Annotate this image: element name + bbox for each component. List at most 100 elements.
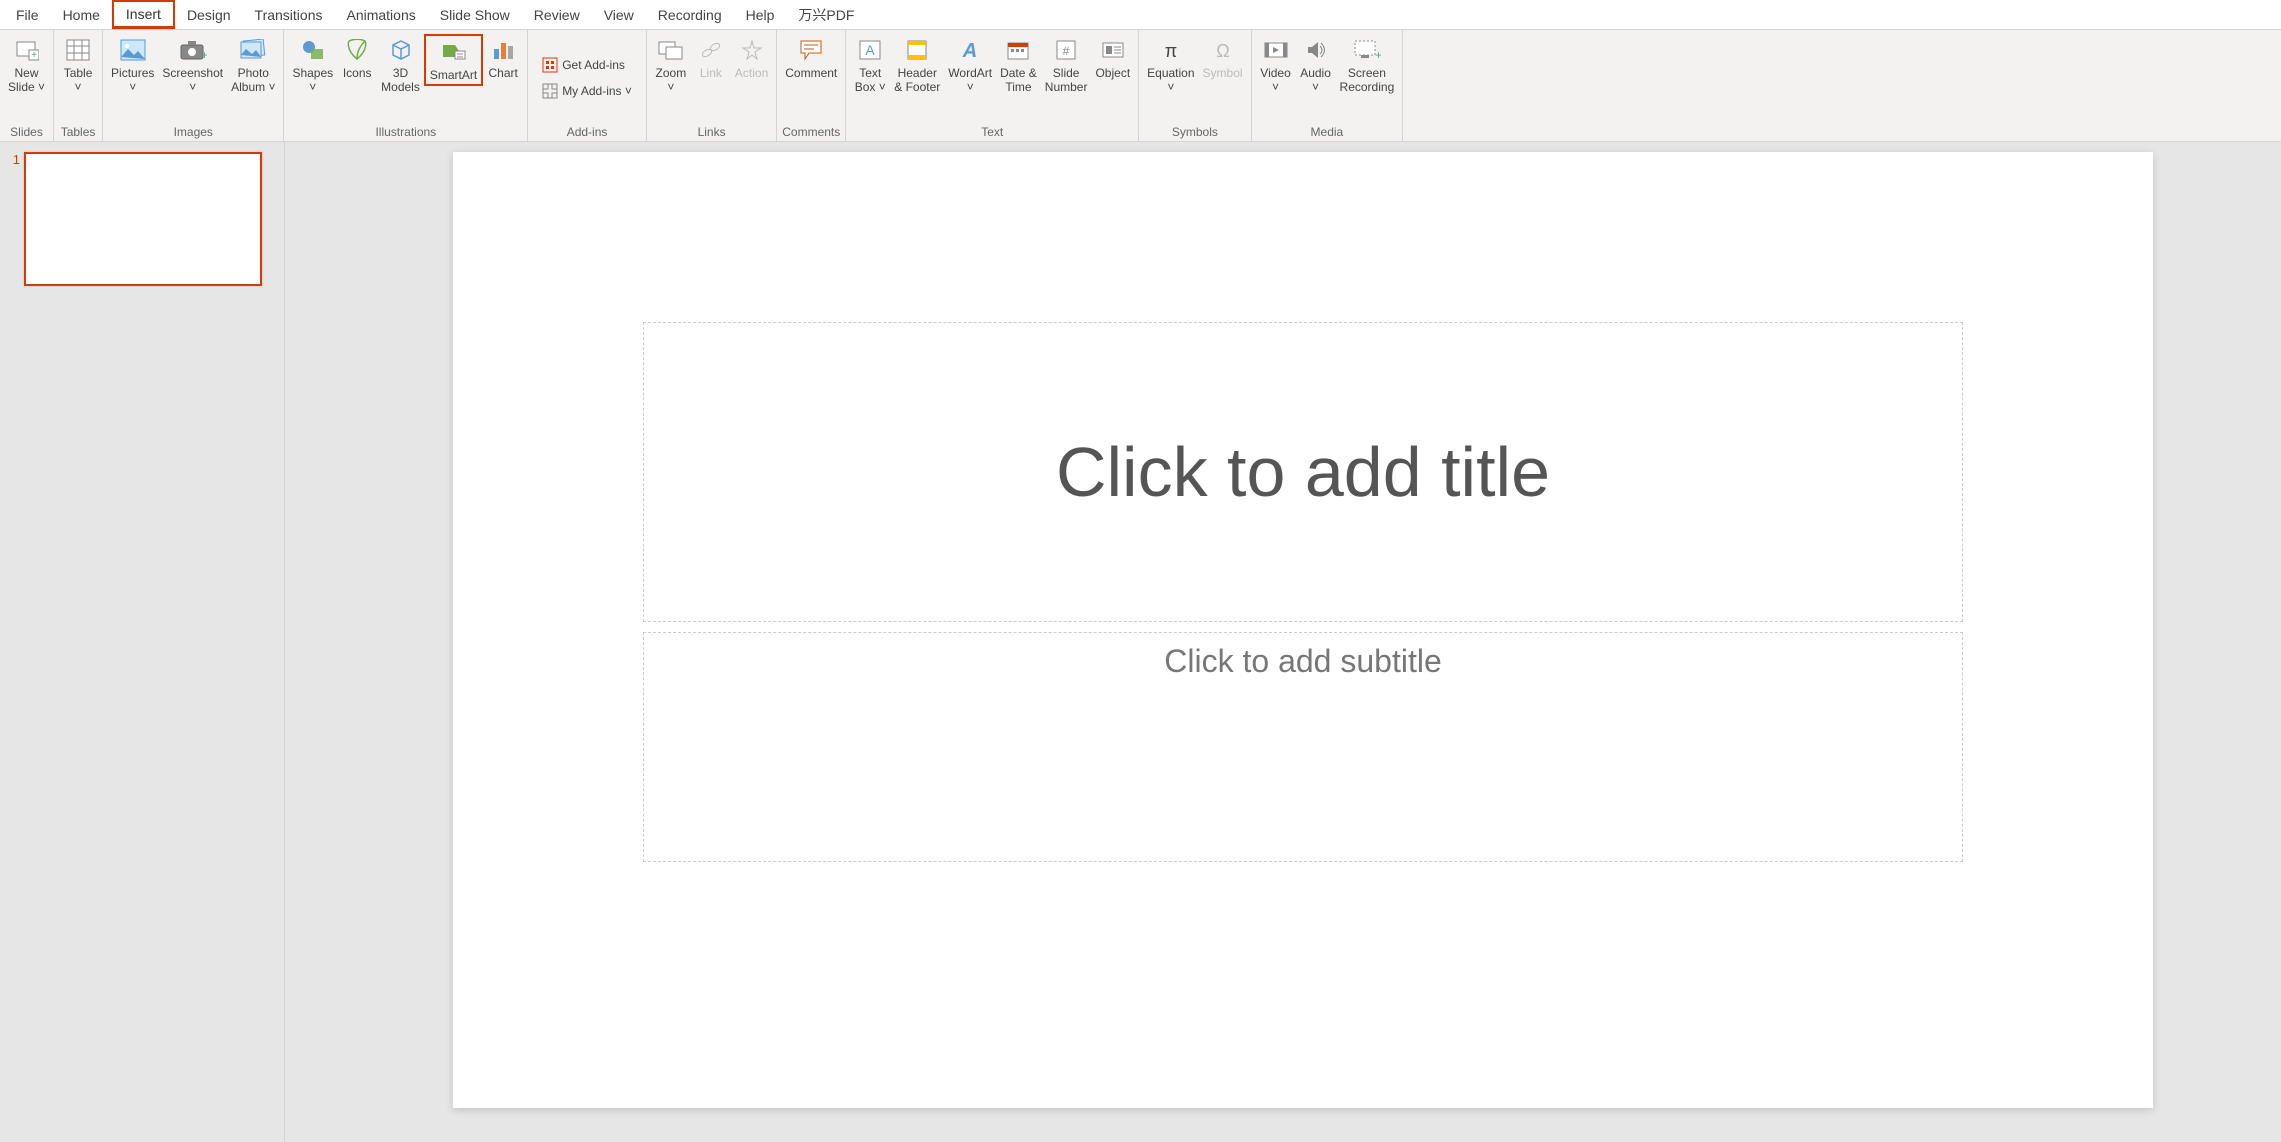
tab-recording[interactable]: Recording — [646, 3, 734, 27]
group-illustrations: Shapes ˅ Icons 3D Models SmartArt — [284, 30, 528, 141]
link-button[interactable]: Link — [691, 34, 731, 82]
group-text-label: Text — [846, 123, 1138, 141]
zoom-label: Zoom ˅ — [656, 66, 687, 94]
textbox-button[interactable]: A Text Box ˅ — [850, 34, 890, 96]
my-addins-label: My Add-ins ˅ — [562, 84, 632, 98]
slide-thumb-number: 1 — [6, 152, 24, 286]
table-button[interactable]: Table ˅ — [58, 34, 98, 96]
textbox-icon: A — [858, 36, 882, 64]
table-label: Table ˅ — [64, 66, 93, 94]
group-links-label: Links — [647, 123, 776, 141]
shapes-icon — [301, 36, 325, 64]
datetime-label: Date & Time — [1000, 66, 1037, 94]
3d-models-button[interactable]: 3D Models — [377, 34, 424, 96]
tab-wanxing[interactable]: 万兴PDF — [786, 1, 866, 29]
tab-file[interactable]: File — [4, 3, 51, 27]
icons-label: Icons — [343, 66, 372, 80]
icons-button[interactable]: Icons — [337, 34, 377, 82]
wordart-label: WordArt ˅ — [948, 66, 992, 94]
tab-help[interactable]: Help — [734, 3, 787, 27]
smartart-button[interactable]: SmartArt — [424, 34, 483, 86]
chart-icon — [491, 36, 515, 64]
screenshot-button[interactable]: + Screenshot ˅ — [158, 34, 227, 96]
smartart-label: SmartArt — [430, 68, 477, 82]
svg-text:+: + — [201, 48, 207, 61]
video-button[interactable]: Video ˅ — [1256, 34, 1296, 96]
tab-slideshow[interactable]: Slide Show — [428, 3, 522, 27]
group-comments-label: Comments — [777, 123, 845, 141]
3d-models-label: 3D Models — [381, 66, 420, 94]
datetime-button[interactable]: Date & Time — [996, 34, 1041, 96]
equation-button[interactable]: π Equation ˅ — [1143, 34, 1198, 96]
svg-text:#: # — [1063, 44, 1070, 58]
title-placeholder-text: Click to add title — [1056, 432, 1550, 512]
title-placeholder[interactable]: Click to add title — [643, 322, 1963, 622]
content-area: 1 Click to add title Click to add subtit… — [0, 142, 2281, 1142]
audio-button[interactable]: Audio ˅ — [1296, 34, 1336, 96]
table-icon — [66, 36, 90, 64]
shapes-button[interactable]: Shapes ˅ — [288, 34, 337, 96]
tab-home[interactable]: Home — [51, 3, 112, 27]
object-label: Object — [1095, 66, 1130, 80]
tab-view[interactable]: View — [592, 3, 646, 27]
slide-canvas[interactable]: Click to add title Click to add subtitle — [453, 152, 2153, 1108]
tab-insert[interactable]: Insert — [112, 0, 175, 29]
subtitle-placeholder[interactable]: Click to add subtitle — [643, 632, 1963, 862]
tab-design[interactable]: Design — [175, 3, 243, 27]
slide-editor: Click to add title Click to add subtitle — [285, 142, 2281, 1142]
group-tables: Table ˅ Tables — [54, 30, 103, 141]
pictures-label: Pictures ˅ — [111, 66, 154, 94]
screen-recording-icon: + — [1353, 36, 1381, 64]
group-media: Video ˅ Audio ˅ + Screen Recording Media — [1252, 30, 1404, 141]
comment-icon — [799, 36, 823, 64]
tab-review[interactable]: Review — [522, 3, 592, 27]
textbox-label: Text Box ˅ — [855, 66, 886, 94]
photo-album-button[interactable]: Photo Album ˅ — [227, 34, 279, 96]
my-addins-button[interactable]: My Add-ins ˅ — [536, 81, 638, 101]
audio-icon — [1304, 36, 1328, 64]
screen-recording-label: Screen Recording — [1340, 66, 1395, 94]
group-media-label: Media — [1252, 123, 1403, 141]
comment-button[interactable]: Comment — [781, 34, 841, 82]
action-icon — [740, 36, 764, 64]
object-icon — [1101, 36, 1125, 64]
equation-label: Equation ˅ — [1147, 66, 1194, 94]
get-addins-button[interactable]: Get Add-ins — [536, 55, 631, 75]
action-label: Action — [735, 66, 768, 80]
group-images: Pictures ˅ + Screenshot ˅ Photo Album ˅ … — [103, 30, 284, 141]
group-illustrations-label: Illustrations — [284, 123, 527, 141]
zoom-icon — [658, 36, 684, 64]
slidenum-icon: # — [1055, 36, 1077, 64]
link-icon — [699, 36, 723, 64]
wordart-button[interactable]: A WordArt ˅ — [944, 34, 996, 96]
header-footer-button[interactable]: Header & Footer — [890, 34, 944, 96]
shapes-label: Shapes ˅ — [292, 66, 333, 94]
new-slide-button[interactable]: + New Slide ˅ — [4, 34, 49, 96]
svg-text:A: A — [866, 42, 876, 58]
smartart-icon — [441, 38, 467, 66]
group-links: Zoom ˅ Link Action Links — [647, 30, 777, 141]
action-button[interactable]: Action — [731, 34, 772, 82]
link-label: Link — [700, 66, 722, 80]
photo-album-icon — [240, 36, 266, 64]
slidenum-button[interactable]: # Slide Number — [1041, 34, 1092, 96]
svg-text:+: + — [31, 50, 37, 61]
zoom-button[interactable]: Zoom ˅ — [651, 34, 691, 96]
tab-animations[interactable]: Animations — [334, 3, 427, 27]
svg-text:A: A — [962, 40, 977, 61]
slide-thumbnail-1[interactable] — [24, 152, 262, 286]
symbol-label: Symbol — [1203, 66, 1243, 80]
object-button[interactable]: Object — [1091, 34, 1134, 82]
chart-button[interactable]: Chart — [483, 34, 523, 82]
chart-label: Chart — [489, 66, 518, 80]
symbol-icon: Ω — [1211, 36, 1235, 64]
pictures-button[interactable]: Pictures ˅ — [107, 34, 158, 96]
slide-panel: 1 — [0, 142, 285, 1142]
symbol-button[interactable]: Ω Symbol — [1199, 34, 1247, 82]
group-text: A Text Box ˅ Header & Footer A WordArt ˅ — [846, 30, 1139, 141]
tab-transitions[interactable]: Transitions — [243, 3, 335, 27]
screen-recording-button[interactable]: + Screen Recording — [1336, 34, 1399, 96]
pictures-icon — [120, 36, 146, 64]
svg-text:π: π — [1165, 41, 1177, 61]
screenshot-icon: + — [179, 36, 207, 64]
